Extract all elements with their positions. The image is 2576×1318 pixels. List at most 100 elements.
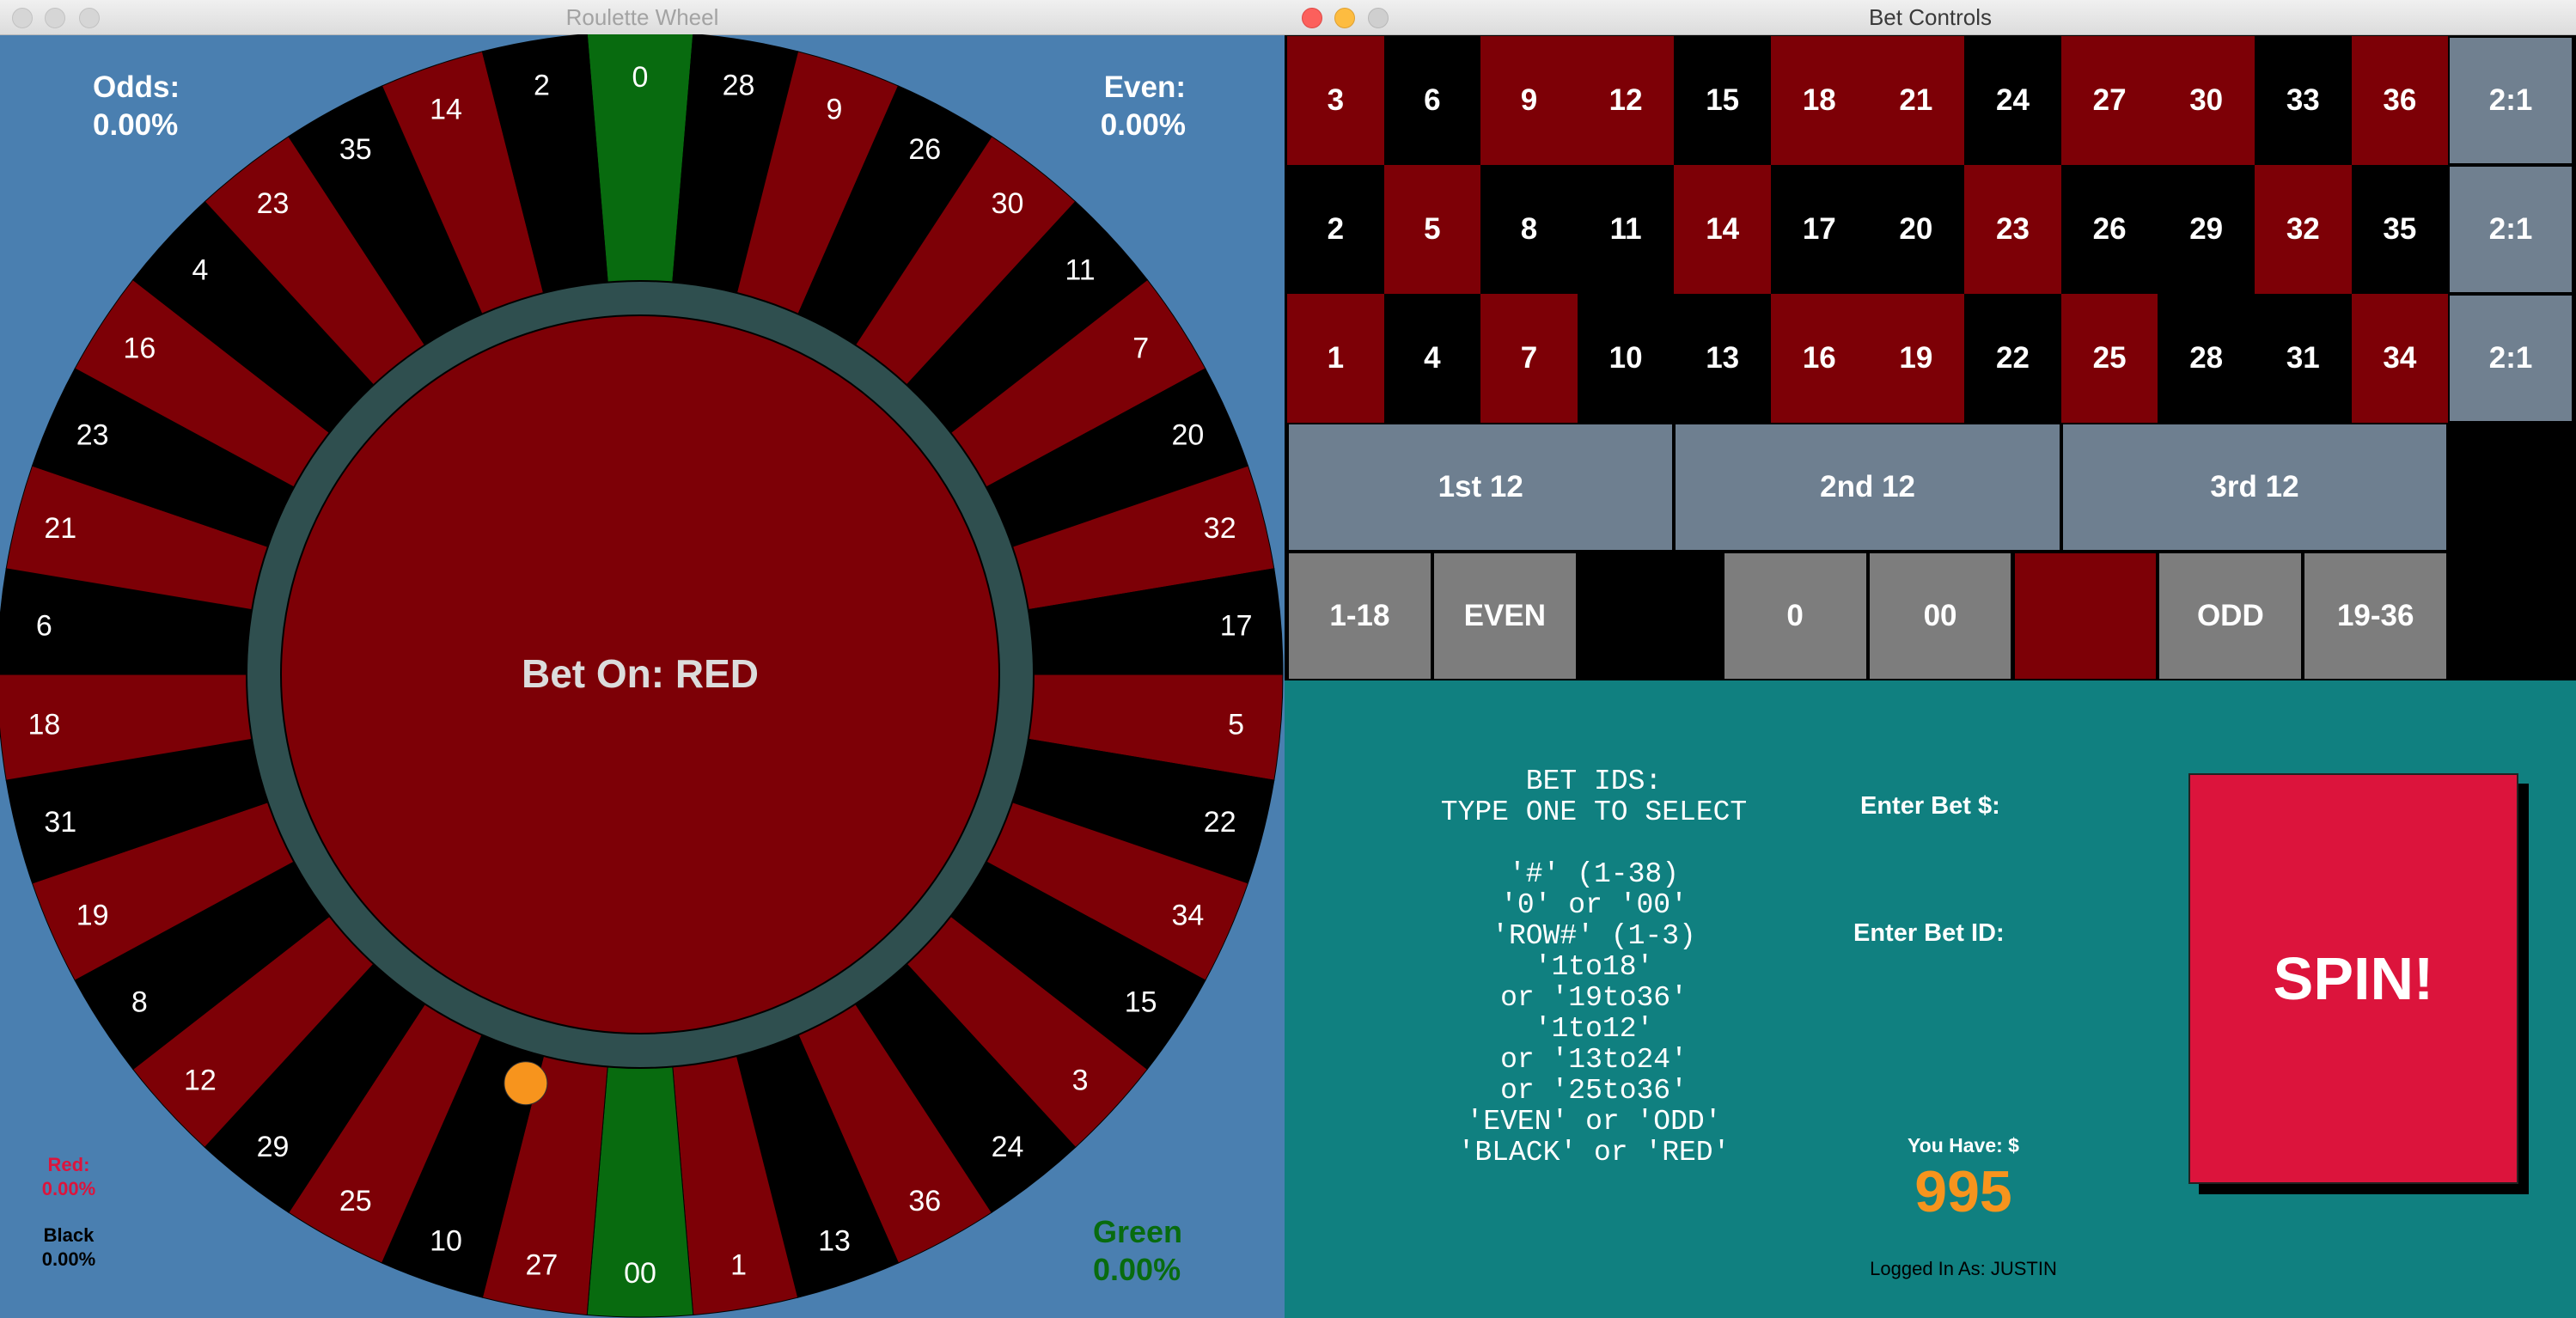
wheel-pocket-number: 13	[818, 1224, 851, 1257]
dozen-bet-3[interactable]: 3rd 12	[2060, 423, 2449, 552]
number-cell-17[interactable]: 17	[1771, 165, 1868, 294]
number-cell-8[interactable]: 8	[1480, 165, 1578, 294]
bet-on-label: Bet On: RED	[522, 651, 759, 696]
wheel-pocket-number: 16	[123, 332, 156, 364]
number-cell-29[interactable]: 29	[2158, 165, 2255, 294]
balance-value: 995	[1914, 1159, 2012, 1224]
number-cell-7[interactable]: 7	[1480, 294, 1578, 423]
number-cell-15[interactable]: 15	[1674, 36, 1771, 165]
odds-label: Odds:	[93, 70, 180, 104]
row-bet-3[interactable]: 2:1	[2448, 294, 2573, 423]
bet-controls-window: Bet Controls 3 6 9 12 15 18 21 24 27 30 33 36 2:1 2 5 8…	[1285, 0, 2576, 1318]
bet-ids-line	[1362, 828, 1826, 859]
number-cell-18[interactable]: 18	[1771, 36, 1868, 165]
number-cell-10[interactable]: 10	[1577, 294, 1675, 423]
number-cell-31[interactable]: 31	[2255, 294, 2352, 423]
spin-button[interactable]: SPIN!	[2188, 773, 2518, 1184]
green-stat: Green 0.00%	[1093, 1213, 1182, 1289]
bet-ids-line: '#' (1-38)	[1508, 858, 1680, 890]
number-cell-13[interactable]: 13	[1674, 294, 1771, 423]
wheel-pocket-number: 6	[36, 610, 52, 643]
number-cell-11[interactable]: 11	[1577, 165, 1675, 294]
outside-bet-0[interactable]: 0	[1722, 552, 1868, 680]
bet-ids-line: '1to12'	[1534, 1013, 1654, 1045]
outside-bet-odd[interactable]: ODD	[2158, 552, 2304, 680]
number-cell-33[interactable]: 33	[2255, 36, 2352, 165]
dozen-bet-1[interactable]: 1st 12	[1287, 423, 1675, 552]
number-cell-32[interactable]: 32	[2255, 165, 2352, 294]
odds-value: 0.00%	[93, 108, 179, 142]
wheel-pocket-number: 12	[184, 1064, 217, 1096]
number-cell-26[interactable]: 26	[2060, 165, 2158, 294]
dozen-bet-2[interactable]: 2nd 12	[1674, 423, 2061, 552]
bet-ids-line: 'BLACK' or 'RED'	[1457, 1137, 1731, 1169]
wheel-pocket-number: 00	[624, 1257, 656, 1290]
wheel-pocket-number: 28	[723, 69, 755, 101]
wheel-pocket-number: 21	[44, 512, 76, 545]
number-cell-22[interactable]: 22	[1964, 294, 2061, 423]
enter-bet-id-label: Enter Bet ID:	[1853, 919, 2005, 947]
number-cell-21[interactable]: 21	[1867, 36, 1965, 165]
number-cell-1[interactable]: 1	[1287, 294, 1384, 423]
number-cell-9[interactable]: 9	[1480, 36, 1578, 165]
number-cell-12[interactable]: 12	[1577, 36, 1675, 165]
green-value: 0.00%	[1093, 1252, 1181, 1287]
number-cell-30[interactable]: 30	[2158, 36, 2255, 165]
bet-ids-line: 'ROW#' (1-3)	[1492, 920, 1696, 952]
bet-ids-line: or '19to36'	[1500, 982, 1688, 1014]
wheel-pocket-number: 0	[632, 61, 649, 94]
outside-bet-black[interactable]	[1577, 552, 1723, 680]
row-bet-1[interactable]: 2:1	[2448, 36, 2573, 165]
number-cell-34[interactable]: 34	[2351, 294, 2449, 423]
outside-bet-19-36[interactable]: 19-36	[2303, 552, 2449, 680]
number-cell-24[interactable]: 24	[1964, 36, 2061, 165]
wheel-pocket-number: 4	[192, 254, 208, 287]
wheel-pocket-number: 19	[76, 900, 109, 932]
black-stat: Black 0.00%	[41, 1223, 96, 1272]
wheel-pocket-number: 15	[1125, 986, 1157, 1019]
number-cell-28[interactable]: 28	[2158, 294, 2255, 423]
number-cell-23[interactable]: 23	[1964, 165, 2061, 294]
number-cell-6[interactable]: 6	[1383, 36, 1481, 165]
controls-window-title: Bet Controls	[1868, 4, 1993, 30]
number-cell-4[interactable]: 4	[1383, 294, 1481, 423]
number-cell-25[interactable]: 25	[2060, 294, 2158, 423]
wheel-pocket-number: 9	[827, 94, 843, 126]
roulette-ball	[504, 1061, 548, 1106]
bet-ids-line: '1to18'	[1534, 951, 1654, 983]
enter-bet-amount-label: Enter Bet $:	[1860, 792, 2000, 820]
wheel-pocket-number: 23	[76, 418, 109, 451]
wheel-pocket-number: 8	[131, 986, 148, 1019]
wheel-pocket-number: 35	[339, 133, 372, 166]
number-cell-5[interactable]: 5	[1383, 165, 1481, 294]
number-cell-20[interactable]: 20	[1867, 165, 1965, 294]
number-cell-14[interactable]: 14	[1674, 165, 1771, 294]
number-cell-16[interactable]: 16	[1771, 294, 1868, 423]
roulette-wheel: 0 289263011720321752234153243613100271025…	[0, 34, 1284, 1318]
number-cell-35[interactable]: 35	[2351, 165, 2449, 294]
bet-ids-line: BET IDS:	[1525, 766, 1663, 797]
green-label: Green	[1093, 1214, 1183, 1249]
red-label: Red:	[47, 1154, 90, 1175]
controls-window-titlebar: Bet Controls	[1285, 0, 2576, 35]
outside-bet-even[interactable]: EVEN	[1431, 552, 1578, 680]
number-cell-2[interactable]: 2	[1287, 165, 1384, 294]
wheel-pocket-number: 7	[1132, 332, 1149, 364]
wheel-pocket-number: 3	[1072, 1064, 1089, 1096]
number-cell-3[interactable]: 3	[1287, 36, 1384, 165]
wheel-pocket-number: 5	[1228, 708, 1244, 741]
number-cell-27[interactable]: 27	[2060, 36, 2158, 165]
bet-ids-line: or '13to24'	[1500, 1044, 1688, 1076]
outside-bet-1-18[interactable]: 1-18	[1287, 552, 1432, 680]
outside-bet-red[interactable]	[2012, 552, 2158, 680]
outside-bet-00[interactable]: 00	[1867, 552, 2013, 680]
you-have-label: You Have: $	[1908, 1134, 2019, 1156]
number-cell-19[interactable]: 19	[1867, 294, 1965, 423]
wheel-pocket-number: 24	[992, 1131, 1024, 1163]
odds-stat: Odds: 0.00%	[93, 69, 180, 144]
wheel-window-title: Roulette Wheel	[565, 4, 719, 30]
wheel-pocket-number: 27	[526, 1249, 559, 1282]
bet-entry-panel: BET IDS: TYPE ONE TO SELECT '#' (1-38) '0'…	[1285, 680, 2576, 1318]
row-bet-2[interactable]: 2:1	[2448, 165, 2573, 294]
number-cell-36[interactable]: 36	[2351, 36, 2449, 165]
